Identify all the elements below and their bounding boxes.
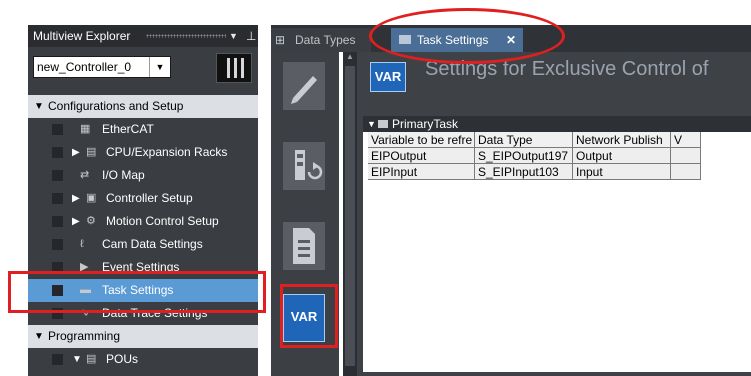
item-checkbox[interactable] (52, 239, 63, 250)
chevron-down-icon[interactable]: ▼ (34, 325, 44, 348)
tree-item-label: I/O Map (102, 168, 145, 182)
table-cell[interactable]: S_EIPOutput197 (475, 148, 573, 164)
tree-item-i-o-map[interactable]: ⇄ I/O Map (28, 164, 258, 187)
item-checkbox[interactable] (52, 124, 63, 135)
item-checkbox[interactable] (52, 170, 63, 181)
highlight-box-var (280, 284, 338, 348)
table-cell[interactable]: Input (573, 164, 671, 180)
table-cell[interactable]: EIPInput (368, 164, 475, 180)
toolstrip-scrollbar[interactable]: ▲ (343, 52, 357, 376)
tree-item-cpu-expansion-racks[interactable]: ▶ ▤ CPU/Expansion Racks (28, 141, 258, 164)
exclusive-control-table: Variable to be refre Data Type Network Pub… (363, 132, 751, 372)
tree-item-label: Cam Data Settings (102, 237, 203, 251)
tree-item-label: POUs (106, 352, 139, 366)
tree-item-cam-data-settings[interactable]: ℓ Cam Data Settings (28, 233, 258, 256)
item-checkbox[interactable] (52, 216, 63, 227)
tree-item-label: EtherCAT (102, 122, 154, 136)
tree-item-label: CPU/Expansion Racks (106, 145, 228, 159)
io-map-icon: ⇄ (80, 169, 90, 181)
controller-select[interactable]: new_Controller_0 ▼ (33, 56, 171, 78)
controller-setup-icon: ▣ (86, 192, 97, 204)
tree-item-label: Programming (48, 329, 121, 343)
item-checkbox[interactable] (52, 354, 63, 365)
tree-item-label: Controller Setup (106, 191, 193, 205)
multiview-explorer: Multiview Explorer ▼ ⊥ new_Controller_0 … (28, 25, 258, 376)
scroll-up-icon[interactable]: ▲ (345, 52, 355, 64)
chevron-down-icon[interactable]: ▼ (34, 95, 44, 118)
tab-data-types[interactable]: ⊞ Data Types (271, 28, 371, 52)
table-cell[interactable]: Output (573, 148, 671, 164)
tree-item-pous[interactable]: ▼ ▤ POUs (28, 348, 258, 371)
rack-icon: ▤ (86, 146, 97, 158)
column-header[interactable]: V (671, 132, 701, 148)
list-icon (293, 228, 315, 264)
table-cell[interactable]: S_EIPInput103 (475, 164, 573, 180)
table-cell[interactable] (671, 148, 701, 164)
task-settings-editor: VAR Settings for Exclusive Control of ▼ … (357, 52, 751, 376)
item-checkbox[interactable] (52, 147, 63, 158)
primary-task-group[interactable]: ▼ PrimaryTask (363, 116, 751, 132)
tree-item-ethercat[interactable]: ▦ EtherCAT (28, 118, 258, 141)
tree-item-programming[interactable]: ▼ Programming (28, 325, 258, 348)
tab-label: Data Types (295, 33, 356, 47)
column-header[interactable]: Network Publish (573, 132, 671, 148)
task-io-icon (295, 150, 323, 180)
column-header[interactable]: Data Type (475, 132, 573, 148)
highlight-ellipse (369, 8, 565, 64)
list-view-button[interactable] (283, 222, 325, 270)
highlight-box-task-settings (8, 271, 266, 313)
chevron-down-icon[interactable]: ▼ (149, 57, 170, 77)
chevron-right-icon[interactable]: ▶ (72, 141, 80, 164)
edit-pencil-icon (291, 76, 317, 104)
section-label: PrimaryTask (392, 117, 459, 131)
tree-item-controller-setup[interactable]: ▶ ▣ Controller Setup (28, 187, 258, 210)
var-badge-icon: VAR (370, 62, 406, 92)
scroll-thumb[interactable] (345, 66, 355, 366)
chevron-right-icon[interactable]: ▶ (72, 187, 80, 210)
explorer-menu-dropdown-icon[interactable]: ▼ (229, 25, 238, 47)
pou-icon: ▤ (86, 353, 97, 365)
explorer-drag-grip[interactable] (146, 34, 226, 38)
tree-item-configurations-and-setup[interactable]: ▼ Configurations and Setup (28, 95, 258, 118)
folder-icon (378, 120, 388, 128)
controller-status-icon[interactable] (216, 53, 252, 83)
pin-icon[interactable]: ⊥ (246, 25, 256, 47)
tree-item-label: Configurations and Setup (48, 99, 184, 113)
tree-item-label: Motion Control Setup (106, 214, 219, 228)
chevron-right-icon[interactable]: ▶ (72, 210, 80, 233)
edit-pencil-button[interactable] (283, 62, 325, 110)
controller-select-value: new_Controller_0 (37, 60, 132, 74)
item-checkbox[interactable] (52, 193, 63, 204)
tree-item-motion-control-setup[interactable]: ▶ ⚙ Motion Control Setup (28, 210, 258, 233)
data-types-icon: ⊞ (275, 33, 286, 47)
explorer-header: Multiview Explorer ▼ ⊥ (28, 25, 258, 47)
explorer-title: Multiview Explorer (33, 29, 131, 43)
column-header[interactable]: Variable to be refre (368, 132, 475, 148)
chevron-down-icon[interactable]: ▼ (72, 348, 82, 371)
motion-gear-icon: ⚙ (86, 215, 96, 227)
ethercat-icon: ▦ (80, 123, 91, 135)
chevron-down-icon[interactable]: ▼ (367, 116, 376, 132)
cam-icon: ℓ (80, 238, 84, 250)
table-cell[interactable]: EIPOutput (368, 148, 475, 164)
task-io-button[interactable] (283, 142, 325, 190)
table-cell[interactable] (671, 164, 701, 180)
